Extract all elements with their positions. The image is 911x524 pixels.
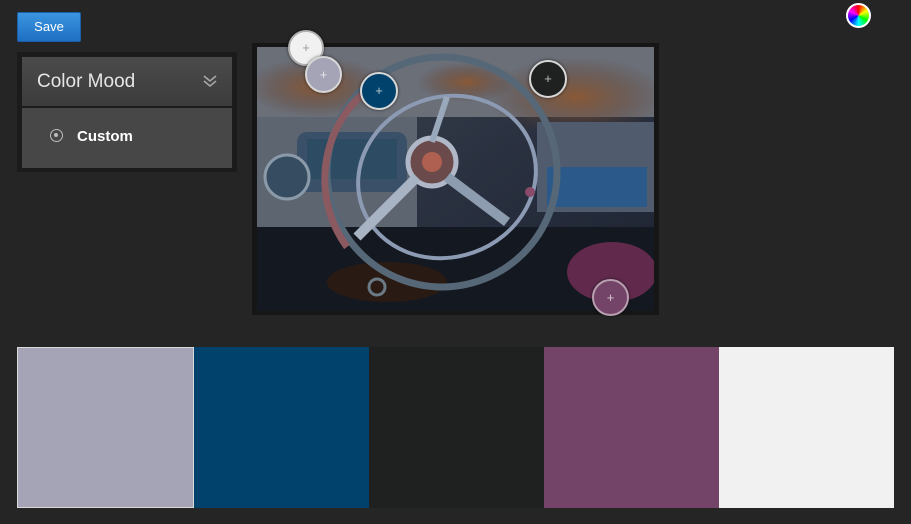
swatch-4[interactable] — [544, 347, 719, 508]
plus-icon: + — [319, 66, 328, 82]
save-button[interactable]: Save — [17, 12, 81, 42]
swatch-1[interactable] — [17, 347, 194, 508]
plus-icon: + — [544, 71, 552, 87]
color-swatches — [17, 347, 894, 508]
double-chevron-down-icon[interactable] — [202, 73, 218, 89]
radio-selected-icon[interactable] — [50, 129, 63, 142]
color-wheel-icon[interactable] — [846, 3, 871, 28]
color-picker-handle-4[interactable]: + — [592, 279, 629, 316]
swatch-3[interactable] — [369, 347, 544, 508]
plus-icon: + — [375, 83, 383, 99]
color-picker-handle-1[interactable]: + — [305, 56, 342, 93]
color-picker-handle-3[interactable]: + — [529, 60, 567, 98]
swatch-2[interactable] — [194, 347, 369, 508]
plus-icon: + — [606, 289, 615, 305]
swatch-5[interactable] — [719, 347, 894, 508]
color-mood-panel: Color Mood Custom — [17, 52, 237, 172]
mood-option-custom[interactable]: Custom — [22, 108, 232, 168]
mood-option-label: Custom — [77, 128, 133, 145]
plus-icon: + — [302, 40, 310, 56]
color-picker-handle-2[interactable]: + — [360, 72, 398, 110]
color-mood-header[interactable]: Color Mood — [22, 57, 232, 106]
panel-title: Color Mood — [37, 71, 136, 92]
